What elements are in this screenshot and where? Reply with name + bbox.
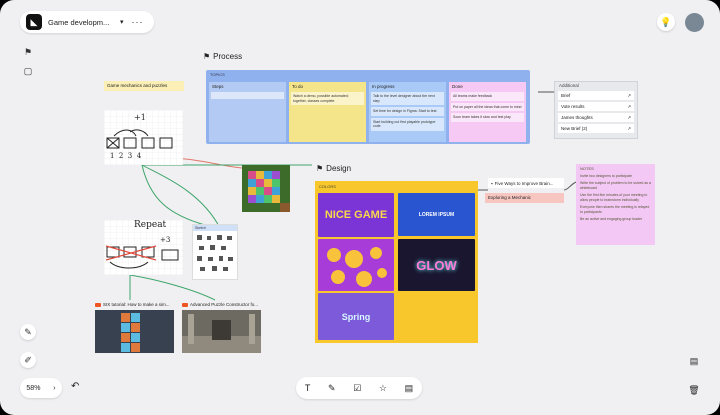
notes-line: Everyone then shares the meeting is rela… (580, 205, 650, 214)
design-board-header: COLORS (319, 184, 336, 189)
video-thumbnail[interactable] (182, 310, 261, 353)
flag-icon: ⚑ (203, 52, 211, 61)
video-card[interactable]: SIX tutorial: How to make a sim... (95, 300, 174, 355)
kanban-card[interactable]: Watch a demo, possible automated; togeth… (291, 92, 364, 105)
article-link-card[interactable]: ▪ Five Ways to Improve Brain... (488, 178, 564, 188)
external-link-icon[interactable]: ↗ (627, 115, 631, 121)
youtube-icon (182, 302, 188, 307)
glow-tile[interactable]: GLOW (398, 239, 475, 291)
kanban-card[interactable]: All teams make feedback (451, 92, 524, 101)
sketch-card[interactable]: +1 1 2 3 4 (104, 110, 183, 165)
kanban-column-title: In progress (372, 84, 395, 89)
kanban-card[interactable] (211, 92, 284, 99)
additional-title: Additional (559, 83, 579, 88)
external-link-icon[interactable]: ↗ (627, 126, 631, 132)
emoji-tile[interactable] (318, 239, 394, 291)
kanban-card[interactable]: Talk to the level designer about the nex… (371, 92, 444, 105)
video-thumb-graphic (95, 310, 174, 353)
additional-item[interactable]: New Brief (2) ↗ (558, 124, 634, 133)
kanban-column[interactable]: In progress Talk to the level designer a… (369, 82, 446, 142)
reference-drawing (197, 235, 233, 271)
sticky-note[interactable]: Game mechanics and puzzles (104, 81, 184, 91)
external-link-icon[interactable]: ↗ (627, 93, 631, 99)
additional-item[interactable]: James thoughts ↗ (558, 113, 634, 122)
kanban-column-title: To do (292, 84, 304, 89)
lorem-ipsum-tile[interactable]: LOREM IPSUM (398, 193, 475, 236)
kanban-column[interactable]: Steps (209, 82, 286, 142)
kanban-column-title: Done (452, 84, 463, 89)
notes-card[interactable]: NOTES Invite two designers to participat… (576, 164, 655, 245)
spring-tile[interactable]: Spring (318, 293, 394, 340)
kanban-card[interactable]: Soon team takes it slow and test play (451, 113, 524, 122)
video-thumbnail[interactable] (95, 310, 174, 353)
kanban-column[interactable]: Done All teams make feedback Put on pape… (449, 82, 526, 142)
additional-list[interactable]: Additional Brief ↗ Vote results ↗ James th… (554, 81, 638, 139)
canvas[interactable]: ◣ Game developm... ▾ ··· 💡 ⚑ ▢ ✎ ✐ 58% ›… (0, 0, 720, 415)
kanban-card[interactable]: Start building out first playable protot… (371, 117, 444, 131)
kanban-card[interactable]: Put on paper all the ideas that come to … (451, 102, 524, 111)
reference-card[interactable]: Sketch (192, 224, 238, 280)
kanban-card[interactable]: Set time for design in Figma. Start to t… (371, 107, 444, 116)
handwriting-plus3: +3 (160, 236, 171, 244)
design-board[interactable]: COLORS NICE GAME LOREM IPSUM GLOW Spring (315, 181, 478, 343)
additional-item[interactable]: Vote results ↗ (558, 102, 634, 111)
video-thumb-graphic (182, 310, 261, 353)
notes-line: Write the subject of problem to be solve… (580, 181, 651, 190)
notes-line: Use the first five minutes of your meeti… (580, 193, 648, 202)
game-grid (242, 165, 290, 212)
handwriting-numbers: 1 2 3 4 (110, 152, 142, 160)
external-link-icon[interactable]: ↗ (627, 104, 631, 110)
design-section-label: ⚑ Design (316, 164, 352, 173)
notes-line: Invite two designers to participate (580, 173, 632, 178)
video-title-row: SIX tutorial: How to make a sim... (95, 300, 174, 309)
nice-game-tile[interactable]: NICE GAME (318, 193, 394, 237)
sticky-note[interactable]: Exploring a Mechanic (485, 193, 564, 203)
process-section-label: ⚑ Process (203, 52, 243, 61)
additional-item[interactable]: Brief ↗ (558, 91, 634, 100)
flag-icon: ⚑ (316, 164, 324, 173)
kanban-header: TOPICS (210, 72, 225, 77)
handwriting-plus1: +1 (134, 113, 146, 122)
notes-title: NOTES (580, 166, 594, 171)
kanban-column[interactable]: To do Watch a demo, possible automated; … (289, 82, 366, 142)
handwriting-repeat: Repeat (134, 220, 167, 230)
video-card[interactable]: Advanced Puzzle Constructor fo... (182, 300, 261, 355)
youtube-icon (95, 302, 101, 307)
kanban-column-title: Steps (212, 84, 224, 89)
game-screenshot-image[interactable] (242, 165, 290, 212)
video-title-row: Advanced Puzzle Constructor fo... (182, 300, 261, 309)
emoji-balls (327, 247, 387, 287)
notes-line: Be an active and engaging group leader (580, 217, 643, 221)
kanban-board[interactable]: TOPICS Steps To do Watch a demo, possibl… (206, 70, 530, 144)
document-icon: ▪ (491, 180, 493, 186)
sketch-card[interactable]: Repeat +3 (104, 220, 183, 275)
